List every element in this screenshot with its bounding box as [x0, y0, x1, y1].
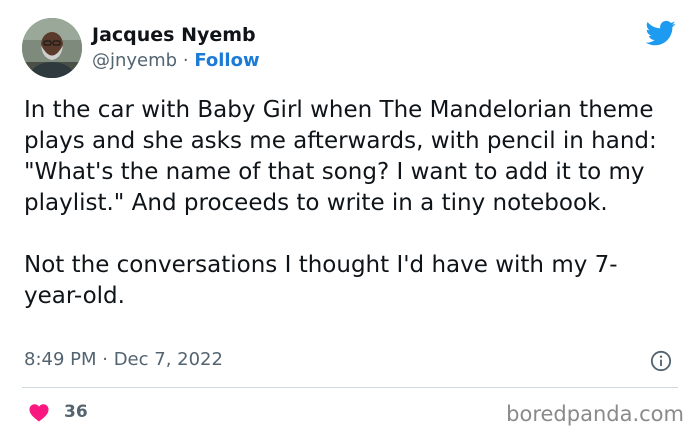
tweet-timestamp[interactable]: 8:49 PM · Dec 7, 2022 — [24, 349, 223, 370]
info-icon[interactable] — [650, 350, 672, 372]
follow-button[interactable]: Follow — [194, 50, 259, 71]
tweet-text: In the car with Baby Girl when The Mande… — [24, 95, 674, 312]
heart-icon[interactable] — [28, 402, 50, 422]
like-count: 36 — [64, 402, 88, 422]
author-name[interactable]: Jacques Nyemb — [92, 24, 256, 46]
avatar[interactable] — [22, 18, 82, 78]
author-handle[interactable]: @jnyemb — [92, 50, 177, 71]
twitter-bird-icon[interactable] — [644, 18, 678, 48]
tweet-card: Jacques Nyemb @jnyemb · Follow In the ca… — [0, 0, 700, 441]
tweet-paragraph: In the car with Baby Girl when The Mande… — [24, 97, 657, 216]
tweet-paragraph: Not the conversations I thought I'd have… — [24, 252, 618, 309]
divider — [22, 387, 678, 388]
watermark: boredpanda.com — [506, 402, 684, 426]
handle-separator: · — [182, 50, 189, 71]
avatar-image — [22, 18, 82, 78]
author-handle-line: @jnyemb · Follow — [92, 50, 260, 71]
